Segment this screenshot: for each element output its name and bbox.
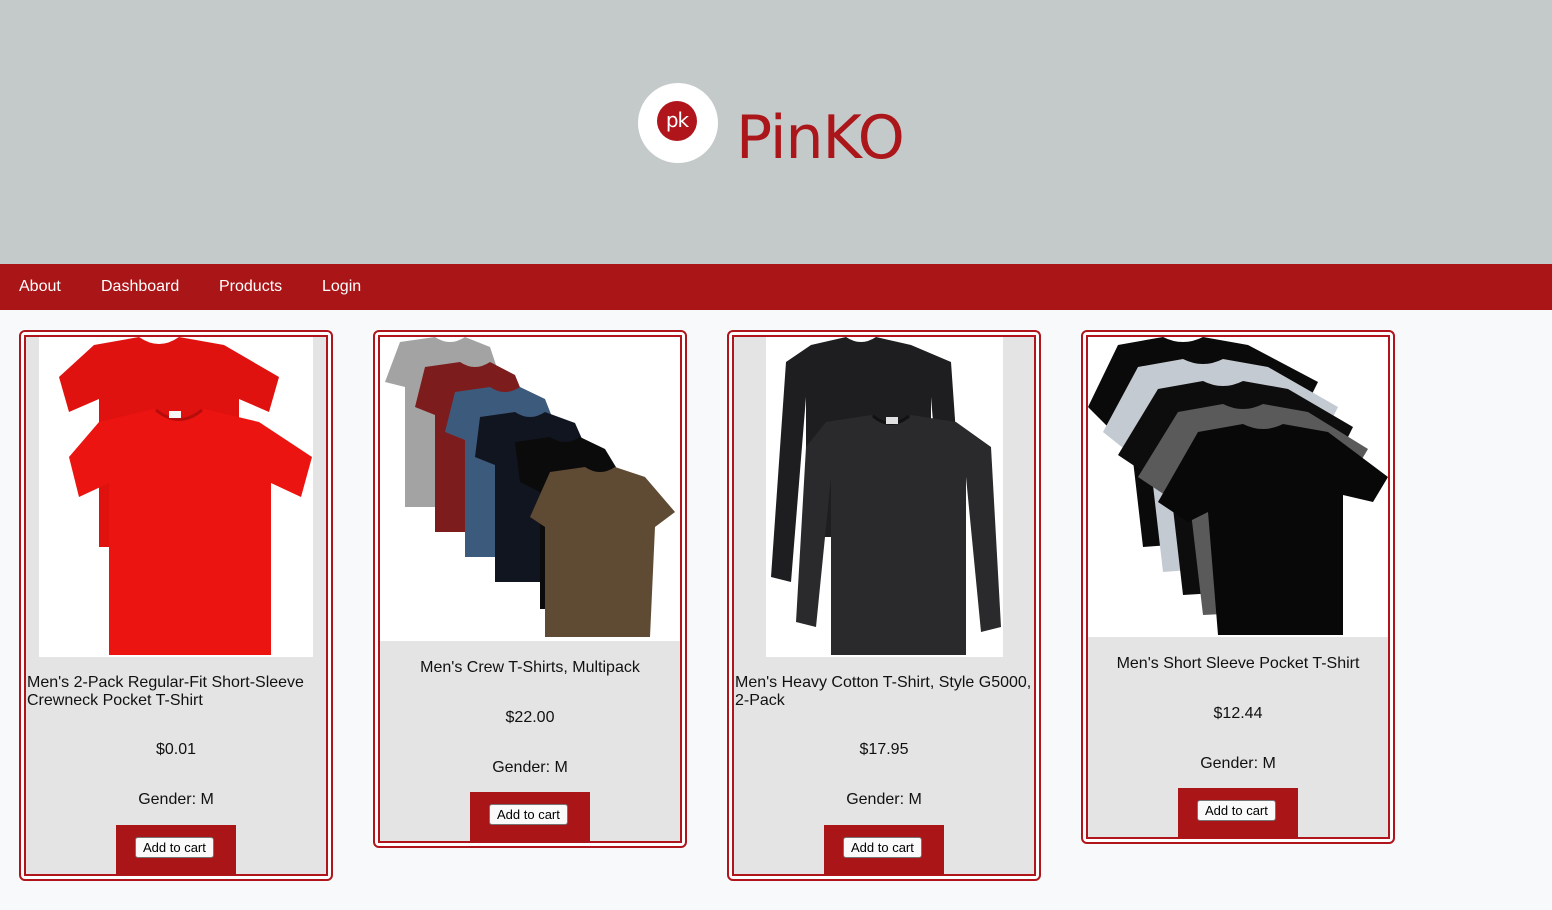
main-nav: About Dashboard Products Login: [0, 264, 1552, 310]
site-header: pk PinKO: [0, 0, 1552, 264]
product-price: $12.44: [1213, 705, 1263, 722]
product-title: Men's 2-Pack Regular-Fit Short-Sleeve Cr…: [27, 674, 304, 709]
product-price: $22.00: [505, 709, 555, 726]
product-image[interactable]: [39, 337, 313, 657]
nav-dashboard[interactable]: Dashboard: [101, 264, 179, 310]
product-card-body: Men's Crew T-Shirts, Multipack $22.00 Ge…: [378, 335, 682, 843]
product-price: $17.95: [859, 741, 909, 758]
add-to-cart-bar: Add to cart: [1178, 788, 1298, 838]
product-title: Men's Short Sleeve Pocket T-Shirt: [1116, 655, 1360, 672]
product-gender: Gender: M: [492, 759, 568, 776]
product-card: Men's Crew T-Shirts, Multipack $22.00 Ge…: [373, 330, 687, 848]
product-card-body: Men's Heavy Cotton T-Shirt, Style G5000,…: [732, 335, 1036, 876]
nav-login[interactable]: Login: [322, 264, 361, 310]
product-card: Men's Short Sleeve Pocket T-Shirt $12.44…: [1081, 330, 1395, 844]
add-to-cart-button[interactable]: Add to cart: [135, 837, 214, 858]
product-gender: Gender: M: [138, 791, 214, 808]
product-card-body: Men's Short Sleeve Pocket T-Shirt $12.44…: [1086, 335, 1390, 839]
product-image[interactable]: [1088, 337, 1388, 637]
product-price: $0.01: [155, 741, 197, 758]
red-tshirts-image: [59, 337, 312, 655]
nav-products[interactable]: Products: [219, 264, 282, 310]
add-to-cart-button[interactable]: Add to cart: [843, 837, 922, 858]
logo[interactable]: pk: [638, 83, 718, 163]
product-card: Men's 2-Pack Regular-Fit Short-Sleeve Cr…: [19, 330, 333, 881]
brand-name: PinKO: [736, 103, 905, 173]
product-gender: Gender: M: [1200, 755, 1276, 772]
product-title: Men's Crew T-Shirts, Multipack: [420, 659, 640, 676]
product-image[interactable]: [380, 337, 680, 641]
add-to-cart-bar: Add to cart: [116, 825, 236, 875]
nav-about[interactable]: About: [19, 264, 61, 310]
product-card: Men's Heavy Cotton T-Shirt, Style G5000,…: [727, 330, 1041, 881]
add-to-cart-button[interactable]: Add to cart: [1197, 800, 1276, 821]
product-image[interactable]: [765, 337, 1003, 657]
product-card-body: Men's 2-Pack Regular-Fit Short-Sleeve Cr…: [24, 335, 328, 876]
grey-black-tshirts-image: [1088, 337, 1388, 635]
product-title: Men's Heavy Cotton T-Shirt, Style G5000,…: [735, 674, 1032, 709]
add-to-cart-button[interactable]: Add to cart: [489, 804, 568, 825]
multicolor-tshirts-image: [385, 337, 675, 637]
product-gender: Gender: M: [846, 791, 922, 808]
add-to-cart-bar: Add to cart: [824, 825, 944, 875]
black-longsleeve-image: [770, 337, 1001, 655]
logo-mark: pk: [657, 101, 697, 141]
add-to-cart-bar: Add to cart: [470, 792, 590, 842]
